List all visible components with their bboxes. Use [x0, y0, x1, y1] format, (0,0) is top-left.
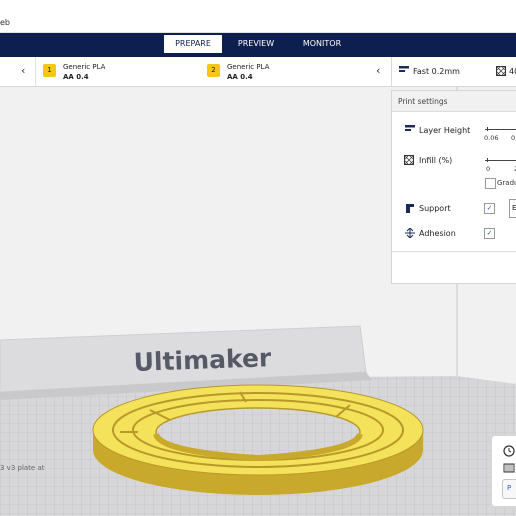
- gradual-infill-label: Gradu: [497, 179, 516, 187]
- window-titlebar: eb: [0, 0, 516, 33]
- chevron-left-icon[interactable]: ‹: [21, 64, 25, 77]
- clock-icon: [503, 445, 515, 457]
- layer-height-tick-next: 0: [511, 134, 516, 142]
- extruder-1-badge: 1: [43, 64, 56, 77]
- infill-label: Infill (%): [419, 156, 453, 165]
- adhesion-label: Adhesion: [419, 229, 456, 238]
- extruder-2-badge: 2: [207, 64, 220, 77]
- extruder-1-core: AA 0.4: [63, 73, 89, 81]
- print-setup-selector[interactable]: Fast 0.2mm 40: [391, 57, 516, 86]
- tab-preview[interactable]: PREVIEW: [228, 35, 284, 53]
- extruder-2-core: AA 0.4: [227, 73, 253, 81]
- infill-icon: [496, 66, 506, 76]
- extruder-1-material: Generic PLA: [63, 63, 106, 71]
- chevron-left-icon[interactable]: ‹: [376, 64, 380, 77]
- adhesion-checkbox[interactable]: ✓: [484, 228, 495, 239]
- divider: [35, 57, 36, 86]
- stage-bar: PREPARE PREVIEW MONITOR: [0, 33, 516, 57]
- gradual-infill-checkbox[interactable]: [485, 178, 496, 189]
- slider-tick: [487, 158, 488, 162]
- infill-tick-min: 0: [486, 165, 491, 173]
- layer-height-icon: [405, 125, 415, 131]
- print-settings-panel: Print settings Layer Height 0.06 0 Infil…: [391, 90, 516, 284]
- slider-tick: [487, 127, 488, 131]
- adhesion-icon: [405, 228, 415, 238]
- extruder-1-selector[interactable]: 1 Generic PLA AA 0.4: [43, 63, 183, 83]
- window-title: eb: [0, 18, 10, 27]
- extruder-2-selector[interactable]: 2 Generic PLA AA 0.4: [207, 63, 347, 83]
- infill-value: 40: [509, 67, 516, 76]
- print-settings-title: Print settings: [398, 97, 448, 106]
- panel-divider: [392, 251, 516, 252]
- print-settings-header: Print settings: [392, 91, 516, 112]
- extruder-2-material: Generic PLA: [227, 63, 270, 71]
- material-spool-icon: [503, 463, 515, 473]
- brand-label: Ultimaker: [133, 343, 272, 377]
- tab-monitor[interactable]: MONITOR: [292, 35, 352, 53]
- support-extruder-dropdown[interactable]: E: [509, 199, 516, 218]
- tab-prepare[interactable]: PREPARE: [164, 35, 222, 53]
- profile-name: Fast 0.2mm: [413, 67, 460, 76]
- infill-icon: [404, 155, 414, 165]
- slice-button[interactable]: P: [502, 479, 516, 499]
- support-checkbox[interactable]: ✓: [484, 203, 495, 214]
- layer-height-slider[interactable]: [485, 129, 516, 130]
- plate-label: 3 v3 plate at: [0, 464, 45, 472]
- support-label: Support: [419, 204, 451, 213]
- layer-height-label: Layer Height: [419, 126, 471, 135]
- action-panel: P: [491, 435, 516, 507]
- infill-slider[interactable]: [485, 160, 516, 161]
- layer-height-tick-min: 0.06: [484, 134, 499, 142]
- layer-height-icon: [399, 66, 409, 72]
- support-icon: [406, 204, 414, 213]
